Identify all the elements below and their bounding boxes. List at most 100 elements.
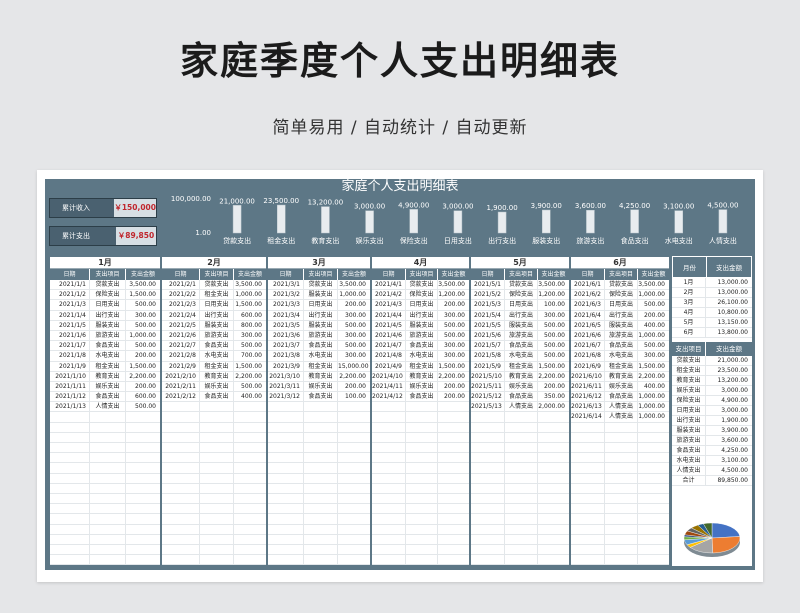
date-cell[interactable] xyxy=(50,443,90,453)
item-cell[interactable] xyxy=(304,534,338,544)
item-cell[interactable]: 旅游支出 xyxy=(505,330,538,341)
amount-cell[interactable]: 200.00 xyxy=(338,382,370,391)
amount-cell[interactable] xyxy=(126,453,160,462)
date-cell[interactable] xyxy=(162,524,200,534)
date-cell[interactable]: 2021/1/7 xyxy=(50,341,90,351)
date-cell[interactable]: 2021/1/1 xyxy=(50,280,90,290)
date-cell[interactable]: 2021/6/6 xyxy=(571,330,605,341)
item-cell[interactable]: 食品支出 xyxy=(304,392,338,402)
date-cell[interactable] xyxy=(268,504,304,514)
date-cell[interactable] xyxy=(50,453,90,463)
item-cell[interactable] xyxy=(505,473,538,483)
amount-cell[interactable]: 200.00 xyxy=(126,351,160,360)
category-amount-cell[interactable]: 3,000.00 xyxy=(706,386,752,395)
date-cell[interactable] xyxy=(50,504,90,514)
amount-cell[interactable]: 300.00 xyxy=(438,351,469,360)
date-cell[interactable]: 2021/1/3 xyxy=(50,300,90,310)
item-cell[interactable] xyxy=(406,432,438,442)
item-cell[interactable] xyxy=(90,534,126,544)
amount-cell[interactable]: 600.00 xyxy=(234,311,266,320)
item-cell[interactable]: 食品支出 xyxy=(505,392,538,402)
date-cell[interactable]: 2021/4/10 xyxy=(372,371,406,381)
item-cell[interactable] xyxy=(200,422,234,432)
item-cell[interactable]: 贷款支出 xyxy=(605,280,638,290)
date-cell[interactable]: 2021/6/14 xyxy=(571,412,605,422)
amount-cell[interactable]: 1,500.00 xyxy=(126,290,160,299)
amount-cell[interactable]: 200.00 xyxy=(638,311,669,320)
date-cell[interactable] xyxy=(50,412,90,422)
amount-cell[interactable]: 1,500.00 xyxy=(126,362,160,371)
item-cell[interactable] xyxy=(304,443,338,453)
amount-cell[interactable] xyxy=(538,525,569,534)
date-cell[interactable] xyxy=(50,483,90,493)
date-cell[interactable]: 2021/4/9 xyxy=(372,361,406,371)
amount-cell[interactable]: 400.00 xyxy=(638,382,669,391)
item-cell[interactable] xyxy=(200,514,234,524)
date-cell[interactable]: 2021/6/9 xyxy=(571,361,605,371)
item-cell[interactable] xyxy=(90,504,126,514)
amount-cell[interactable] xyxy=(638,545,669,554)
item-cell[interactable] xyxy=(90,544,126,555)
amount-cell[interactable]: 3,500.00 xyxy=(338,280,370,289)
amount-cell[interactable] xyxy=(338,484,370,493)
amount-cell[interactable]: 2,200.00 xyxy=(638,372,669,381)
date-cell[interactable] xyxy=(162,402,200,412)
amount-cell[interactable] xyxy=(438,474,469,483)
item-cell[interactable] xyxy=(90,453,126,463)
date-cell[interactable] xyxy=(372,514,406,524)
item-cell[interactable] xyxy=(605,534,638,544)
item-cell[interactable]: 人情支出 xyxy=(505,402,538,412)
item-cell[interactable] xyxy=(304,555,338,565)
amount-cell[interactable] xyxy=(234,525,266,534)
category-amount-cell[interactable]: 4,500.00 xyxy=(706,466,752,475)
item-cell[interactable]: 贷款支出 xyxy=(505,280,538,290)
item-cell[interactable] xyxy=(200,443,234,453)
amount-cell[interactable] xyxy=(438,453,469,462)
amount-cell[interactable] xyxy=(234,555,266,564)
item-cell[interactable] xyxy=(200,453,234,463)
item-cell[interactable]: 保险支出 xyxy=(406,290,438,300)
date-cell[interactable] xyxy=(50,432,90,442)
item-cell[interactable]: 服装支出 xyxy=(605,320,638,330)
item-cell[interactable]: 出行支出 xyxy=(200,310,234,320)
date-cell[interactable] xyxy=(268,432,304,442)
category-cell[interactable]: 出行支出 xyxy=(672,416,706,425)
date-cell[interactable] xyxy=(268,514,304,524)
date-cell[interactable]: 2021/5/11 xyxy=(471,381,505,392)
date-cell[interactable] xyxy=(471,524,505,534)
item-cell[interactable]: 租金支出 xyxy=(505,361,538,371)
item-cell[interactable] xyxy=(304,514,338,524)
item-cell[interactable] xyxy=(406,453,438,463)
item-cell[interactable] xyxy=(200,463,234,473)
date-cell[interactable] xyxy=(372,443,406,453)
date-cell[interactable] xyxy=(50,493,90,504)
date-cell[interactable]: 2021/2/7 xyxy=(162,341,200,351)
amount-cell[interactable] xyxy=(234,484,266,493)
date-cell[interactable]: 2021/6/5 xyxy=(571,320,605,330)
item-cell[interactable] xyxy=(90,473,126,483)
category-amount-cell[interactable]: 13,200.00 xyxy=(706,376,752,385)
amount-cell[interactable]: 100.00 xyxy=(338,392,370,401)
item-cell[interactable]: 旅游支出 xyxy=(200,330,234,341)
date-cell[interactable]: 2021/3/11 xyxy=(268,381,304,392)
amount-cell[interactable]: 300.00 xyxy=(438,341,469,350)
date-cell[interactable]: 2021/5/13 xyxy=(471,402,505,412)
month-amount-cell[interactable]: 13,000.00 xyxy=(706,278,752,287)
amount-cell[interactable]: 200.00 xyxy=(438,392,469,401)
amount-cell[interactable] xyxy=(638,474,669,483)
month-cell[interactable]: 2月 xyxy=(672,288,706,297)
date-cell[interactable] xyxy=(50,555,90,565)
item-cell[interactable]: 日用支出 xyxy=(200,300,234,310)
amount-cell[interactable]: 3,500.00 xyxy=(126,280,160,289)
item-cell[interactable]: 教育支出 xyxy=(200,371,234,381)
amount-cell[interactable] xyxy=(538,484,569,493)
date-cell[interactable]: 2021/6/2 xyxy=(571,290,605,300)
amount-cell[interactable]: 1,000.00 xyxy=(126,331,160,340)
amount-cell[interactable] xyxy=(538,545,569,554)
item-cell[interactable]: 保险支出 xyxy=(90,290,126,300)
date-cell[interactable]: 2021/4/3 xyxy=(372,300,406,310)
item-cell[interactable]: 娱乐支出 xyxy=(90,381,126,392)
amount-cell[interactable] xyxy=(638,514,669,523)
item-cell[interactable]: 服装支出 xyxy=(304,290,338,300)
date-cell[interactable]: 2021/2/11 xyxy=(162,381,200,392)
